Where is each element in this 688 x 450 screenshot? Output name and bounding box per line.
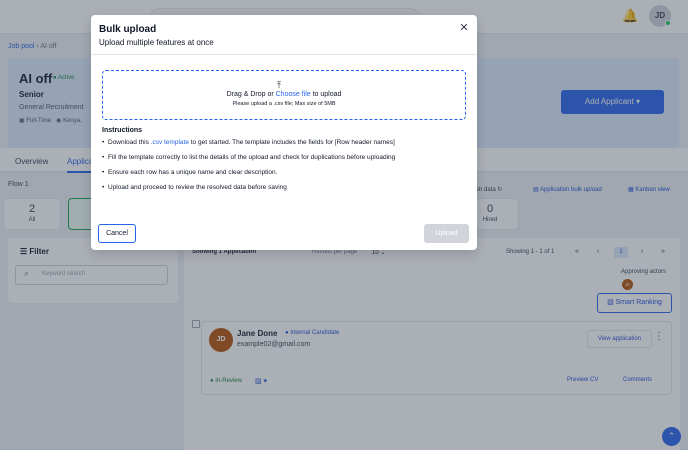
modal-header — [91, 15, 477, 55]
instruction-text: Ensure each row has a unique name and cl… — [108, 169, 278, 176]
dropzone-prefix: Drag & Drop or — [226, 91, 276, 98]
instruction-item: • Upload and proceed to review the resolv… — [102, 184, 287, 191]
dropzone-hint: Please upload a .csv file; Max size of 5… — [232, 101, 336, 107]
instruction-item: • Ensure each row has a unique name and c… — [102, 169, 278, 176]
instruction-text: Upload and proceed to review the resolve… — [108, 184, 287, 191]
modal-subtitle: Upload multiple features at once — [99, 38, 214, 47]
instruction-text: Download this — [108, 139, 151, 146]
instruction-item: • Fill the template correctly to list the… — [102, 154, 396, 161]
modal-title: Bulk upload — [99, 24, 157, 35]
close-icon[interactable]: ✕ — [459, 21, 469, 34]
dropzone-text: Drag & Drop or Choose file to upload — [91, 91, 477, 98]
dropzone-suffix: to upload — [310, 91, 342, 98]
choose-file-link[interactable]: Choose file — [276, 91, 311, 98]
instruction-item: • Download this .csv template to get star… — [102, 139, 395, 146]
instruction-text: to get started. The template includes th… — [188, 139, 395, 146]
instructions-title: Instructions — [102, 127, 143, 134]
instruction-text: Fill the template correctly to list the … — [108, 154, 396, 161]
upload-button[interactable]: Upload — [424, 224, 469, 243]
csv-template-link[interactable]: .csv template — [151, 139, 189, 146]
upload-icon: ⤒ — [277, 80, 281, 90]
bulk-upload-modal: Bulk upload Upload multiple features at … — [91, 15, 477, 250]
cancel-button[interactable]: Cancel — [98, 224, 136, 243]
